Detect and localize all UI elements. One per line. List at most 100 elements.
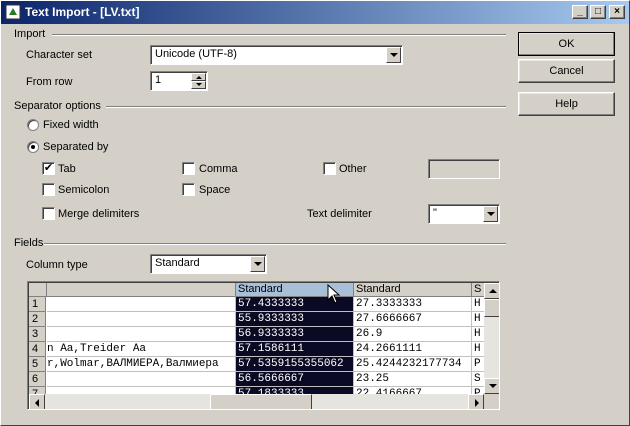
grid-cell[interactable]: r,Wolmar,ВАЛМИЕРА,Валмиера	[47, 357, 236, 372]
scroll-right-icon[interactable]	[468, 394, 484, 409]
column-type-value: Standard	[155, 257, 200, 269]
row-number[interactable]: 7	[29, 387, 46, 394]
cancel-button[interactable]: Cancel	[518, 59, 615, 83]
grid-cell[interactable]: H	[472, 312, 484, 327]
grid-cell[interactable]: 22.4166667	[354, 387, 472, 394]
scroll-left-icon[interactable]	[29, 394, 45, 409]
merge-label[interactable]: Merge delimiters	[58, 208, 139, 220]
column-type-label: Column type	[26, 259, 88, 271]
grid-cell[interactable]: P	[472, 357, 484, 372]
column-header[interactable]	[47, 283, 236, 297]
scroll-up-icon[interactable]	[484, 283, 499, 299]
grid-cell[interactable]: 27.6666667	[354, 312, 472, 327]
spin-up-icon[interactable]	[191, 73, 206, 81]
app-icon	[5, 4, 21, 20]
charset-label: Character set	[26, 49, 93, 61]
separator-section-title: Separator options	[14, 100, 101, 112]
mouse-cursor-icon	[327, 284, 341, 304]
row-number[interactable]: 5	[29, 357, 46, 372]
row-number[interactable]: 1	[29, 297, 46, 312]
corner-header	[29, 283, 47, 297]
row-number[interactable]: 4	[29, 342, 46, 357]
fromrow-value: 1	[155, 74, 162, 86]
grid-cell[interactable]: S	[472, 372, 484, 387]
tab-checkbox[interactable]: ✔	[42, 162, 55, 175]
text-delimiter-dropdown[interactable]: "	[428, 204, 500, 224]
grid-cell[interactable]	[47, 387, 236, 394]
grid-cell[interactable]: H	[472, 327, 484, 342]
grid-cell[interactable]: 57.1833333	[236, 387, 354, 394]
horizontal-scroll-thumb[interactable]	[210, 394, 312, 409]
fields-separator	[44, 243, 506, 245]
separator-separator	[106, 106, 506, 108]
text-delimiter-value: "	[433, 207, 437, 219]
comma-label[interactable]: Comma	[199, 163, 238, 175]
space-label[interactable]: Space	[199, 184, 230, 196]
column-header[interactable]: S	[472, 283, 484, 297]
grid-cell[interactable]: H	[472, 342, 484, 357]
charset-value: Unicode (UTF-8)	[155, 48, 237, 60]
grid-cell[interactable]	[47, 312, 236, 327]
grid-cell[interactable]	[47, 372, 236, 387]
fields-section-title: Fields	[14, 237, 44, 249]
ok-button[interactable]: OK	[518, 32, 615, 56]
comma-checkbox[interactable]	[182, 162, 195, 175]
fromrow-label: From row	[26, 76, 73, 88]
grid-cell[interactable]: 25.4244232177734	[354, 357, 472, 372]
column-type-arrow-icon[interactable]	[250, 256, 265, 272]
row-number[interactable]: 2	[29, 312, 46, 327]
grid-cell[interactable]	[47, 297, 236, 312]
scroll-down-icon[interactable]	[484, 378, 499, 394]
import-section-title: Import	[14, 28, 46, 40]
row-number[interactable]: 3	[29, 327, 46, 342]
other-input[interactable]	[428, 159, 500, 179]
charset-dropdown-arrow-icon[interactable]	[386, 47, 401, 63]
window-title: Text Import - [LV.txt]	[25, 5, 140, 19]
grid-cell[interactable]: 24.2661111	[354, 342, 472, 357]
text-delimiter-label: Text delimiter	[307, 208, 372, 220]
vertical-scrollbar[interactable]	[484, 283, 499, 394]
grid-cell[interactable]: 23.25	[354, 372, 472, 387]
separated-by-radio[interactable]	[27, 141, 39, 153]
grid-cell[interactable]: 57.5359155355062	[236, 357, 354, 372]
column-type-dropdown[interactable]: Standard	[150, 254, 267, 274]
grid-cell[interactable]: P	[472, 387, 484, 394]
merge-checkbox[interactable]	[42, 207, 55, 220]
semicolon-checkbox[interactable]	[42, 183, 55, 196]
minimize-button[interactable]: _	[572, 5, 588, 19]
space-checkbox[interactable]	[182, 183, 195, 196]
fromrow-spinner[interactable]: 1	[150, 71, 208, 91]
grid-cell[interactable]: 27.3333333	[354, 297, 472, 312]
other-label[interactable]: Other	[339, 163, 367, 175]
grid-cell[interactable]: n Aa,Treider Aa	[47, 342, 236, 357]
preview-grid[interactable]: Standard Standard S 1 57.4333333 27.333333…	[27, 281, 500, 410]
grid-cell[interactable]	[47, 327, 236, 342]
grid-cell[interactable]: 55.9333333	[236, 312, 354, 327]
text-delimiter-arrow-icon[interactable]	[483, 206, 498, 222]
scroll-corner	[484, 394, 499, 409]
grid-cell[interactable]: 56.5666667	[236, 372, 354, 387]
grid-cell[interactable]: 57.1586111	[236, 342, 354, 357]
vertical-scroll-thumb[interactable]	[484, 299, 499, 317]
maximize-button[interactable]: □	[590, 5, 606, 19]
grid-cell[interactable]: 26.9	[354, 327, 472, 342]
grid-cell[interactable]: 56.9333333	[236, 327, 354, 342]
fixed-width-label[interactable]: Fixed width	[43, 119, 99, 131]
horizontal-scrollbar[interactable]	[29, 394, 484, 409]
grid-cell[interactable]: H	[472, 297, 484, 312]
grid-viewport: Standard Standard S 1 57.4333333 27.333333…	[29, 283, 484, 394]
spin-down-icon[interactable]	[191, 81, 206, 89]
import-separator	[52, 34, 506, 36]
title-bar[interactable]: Text Import - [LV.txt] _ □ ×	[0, 0, 630, 24]
close-button[interactable]: ×	[609, 5, 625, 19]
charset-dropdown[interactable]: Unicode (UTF-8)	[150, 45, 403, 65]
row-number[interactable]: 6	[29, 372, 46, 387]
separated-by-label[interactable]: Separated by	[43, 141, 108, 153]
column-header[interactable]: Standard	[354, 283, 472, 297]
tab-label[interactable]: Tab	[58, 163, 76, 175]
semicolon-label[interactable]: Semicolon	[58, 184, 109, 196]
help-button[interactable]: Help	[518, 92, 615, 116]
other-checkbox[interactable]	[323, 162, 336, 175]
fixed-width-radio[interactable]	[27, 119, 39, 131]
column-header-row: Standard Standard S	[29, 283, 484, 297]
